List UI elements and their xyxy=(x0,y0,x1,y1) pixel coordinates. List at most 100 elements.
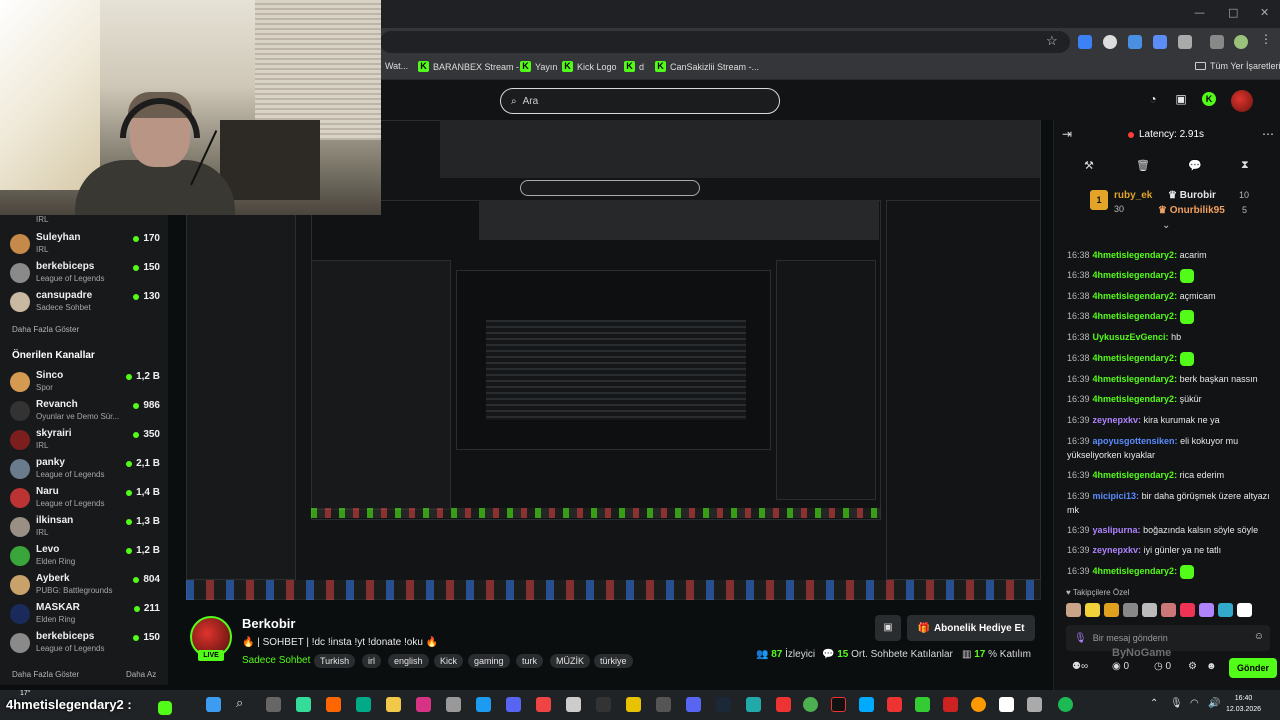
menu-icon[interactable]: ⋮ xyxy=(1260,32,1274,46)
bookmark-item[interactable]: K CanSakizlii Stream -... xyxy=(655,61,759,72)
instagram-icon[interactable] xyxy=(416,697,431,712)
show-more-link[interactable]: Daha Fazla Göster xyxy=(12,325,79,334)
app-icon[interactable] xyxy=(656,697,671,712)
gift-subscription-button[interactable]: 🎁 Abonelik Hediye Et xyxy=(907,615,1035,641)
tv-icon[interactable]: ▣ xyxy=(1174,92,1188,106)
emote-icon[interactable] xyxy=(1218,603,1233,617)
bookmark-item[interactable]: Kd xyxy=(624,61,644,72)
sidebar-channel[interactable]: Suleyhan IRL 170 xyxy=(10,232,160,258)
timer-icon[interactable]: ◷ 0 xyxy=(1154,661,1171,672)
hammer-icon[interactable]: ⚒ xyxy=(1084,159,1094,172)
sidebar-channel[interactable]: Levo Elden Ring 1,2 B xyxy=(10,544,160,570)
kick-logo-icon[interactable]: K xyxy=(1202,92,1216,106)
chrome-icon[interactable] xyxy=(803,697,818,712)
stream-tag[interactable]: turk xyxy=(516,654,544,668)
trash-icon[interactable]: 🗑 xyxy=(1136,159,1150,172)
all-bookmarks[interactable]: Tüm Yer İşaretleri xyxy=(1195,61,1280,71)
minimize-button[interactable]: — xyxy=(1194,6,1205,19)
sidebar-channel[interactable]: berkebiceps League of Legends 150 xyxy=(10,631,160,657)
puzzle-icon[interactable] xyxy=(1178,35,1192,49)
sidebar-channel[interactable]: skyrairi IRL 350 xyxy=(10,428,160,454)
show-more-link[interactable]: Daha Fazla Göster xyxy=(12,670,79,679)
emote-icon[interactable] xyxy=(1180,603,1195,617)
profile-avatar[interactable] xyxy=(1234,35,1248,49)
wifi-icon[interactable]: ◠ xyxy=(1190,698,1199,709)
system-clock[interactable]: 16:40 12.03.2026 xyxy=(1226,693,1261,715)
app-icon[interactable] xyxy=(943,697,958,712)
chat-bubble-icon[interactable]: 💬 xyxy=(1188,159,1202,172)
twitter-icon[interactable] xyxy=(476,697,491,712)
sidebar-channel[interactable]: berkebiceps League of Legends 150 xyxy=(10,261,160,287)
app-icon[interactable] xyxy=(887,697,902,712)
bookmark-item[interactable]: K Yayın xyxy=(520,61,557,72)
app-icon[interactable] xyxy=(446,697,461,712)
discord-icon[interactable] xyxy=(686,697,701,712)
folder-icon[interactable] xyxy=(386,697,401,712)
sidebar-channel[interactable]: cansupadre Sadece Sohbet 130 xyxy=(10,290,160,316)
collapse-chat-icon[interactable]: ⇥ xyxy=(1062,127,1072,141)
mic-icon[interactable]: 🎙 xyxy=(1170,698,1183,709)
stream-tag[interactable]: irl xyxy=(362,654,381,668)
task-view-icon[interactable] xyxy=(266,697,281,712)
sidebar-channel[interactable]: Naru League of Legends 1,4 B xyxy=(10,486,160,512)
heart-icon[interactable] xyxy=(1237,603,1252,617)
yandex-icon[interactable] xyxy=(971,697,986,712)
close-button[interactable]: ✕ xyxy=(1260,6,1269,19)
chevron-down-icon[interactable]: ⌄ xyxy=(1162,220,1170,231)
snapchat-icon[interactable] xyxy=(626,697,641,712)
stream-tag[interactable]: english xyxy=(388,654,429,668)
sidebar-channel[interactable]: panky League of Legends 2,1 B xyxy=(10,457,160,483)
opera-icon[interactable] xyxy=(776,697,791,712)
extension-icon[interactable] xyxy=(1078,35,1092,49)
sidebar-channel[interactable]: ilkinsan IRL 1,3 B xyxy=(10,515,160,541)
emote-menu-icon[interactable]: ☻ xyxy=(1206,661,1217,672)
emote-icon[interactable] xyxy=(1142,603,1157,617)
gifter-name[interactable]: ruby_ek xyxy=(1114,190,1152,201)
shield-extension-icon[interactable] xyxy=(1103,35,1117,49)
app-icon[interactable] xyxy=(506,697,521,712)
speedometer-icon[interactable] xyxy=(566,697,581,712)
sidebar-channel[interactable]: Ayberk PUBG: Battlegrounds 804 xyxy=(10,573,160,599)
edge-icon[interactable] xyxy=(356,697,371,712)
points-icon[interactable]: ◉ 0 xyxy=(1112,661,1129,672)
chevron-up-icon[interactable]: ⌃ xyxy=(1150,698,1158,709)
volume-icon[interactable]: 🔊 xyxy=(1208,698,1220,709)
clock-icon[interactable]: ◔ xyxy=(1146,92,1160,106)
streamer-name[interactable]: Berkobir xyxy=(242,616,295,631)
bookmark-item[interactable]: Wat... xyxy=(385,61,408,71)
category-link[interactable]: Sadece Sohbet xyxy=(242,655,310,666)
emoji-icon[interactable]: ☺ xyxy=(1254,631,1264,642)
media-icon[interactable] xyxy=(1210,35,1224,49)
steam-icon[interactable] xyxy=(716,697,731,712)
maximize-button[interactable]: □ xyxy=(1228,6,1238,19)
emote-icon[interactable] xyxy=(1123,603,1138,617)
app-icon[interactable] xyxy=(536,697,551,712)
extension-icon[interactable] xyxy=(1128,35,1142,49)
app-icon[interactable] xyxy=(746,697,761,712)
stream-tag[interactable]: MÜZİK xyxy=(550,654,590,668)
more-options-icon[interactable]: ⋯ xyxy=(1262,127,1274,141)
heart-icon[interactable] xyxy=(1199,603,1214,617)
app-icon[interactable] xyxy=(999,697,1014,712)
sidebar-channel[interactable]: Sinco Spor 1,2 B xyxy=(10,370,160,396)
app-icon[interactable] xyxy=(1027,697,1042,712)
stream-tag[interactable]: gaming xyxy=(468,654,510,668)
search-input[interactable]: ⌕ Ara xyxy=(500,88,780,114)
stream-tag[interactable]: türkiye xyxy=(594,654,633,668)
user-avatar[interactable] xyxy=(1231,90,1253,112)
app-icon[interactable] xyxy=(859,697,874,712)
gifter-name[interactable]: ♛ Onurbilik95 xyxy=(1158,205,1225,216)
emote-icon[interactable] xyxy=(1085,603,1100,617)
mic-icon[interactable]: 🎙 xyxy=(1074,633,1087,644)
app-icon[interactable] xyxy=(296,697,311,712)
emote-icon[interactable] xyxy=(1161,603,1176,617)
extension-icon[interactable] xyxy=(1153,35,1167,49)
bookmark-item[interactable]: K Kick Logo xyxy=(562,61,617,72)
search-icon[interactable]: ⌕ xyxy=(236,695,251,710)
settings-icon[interactable]: ⚙ xyxy=(1188,661,1197,672)
app-icon[interactable] xyxy=(915,697,930,712)
gifter-name[interactable]: ♛ Burobir xyxy=(1168,190,1216,201)
epic-games-icon[interactable] xyxy=(596,697,611,712)
brave-icon[interactable] xyxy=(326,697,341,712)
sidebar-channel[interactable]: MASKAR Elden Ring 211 xyxy=(10,602,160,628)
